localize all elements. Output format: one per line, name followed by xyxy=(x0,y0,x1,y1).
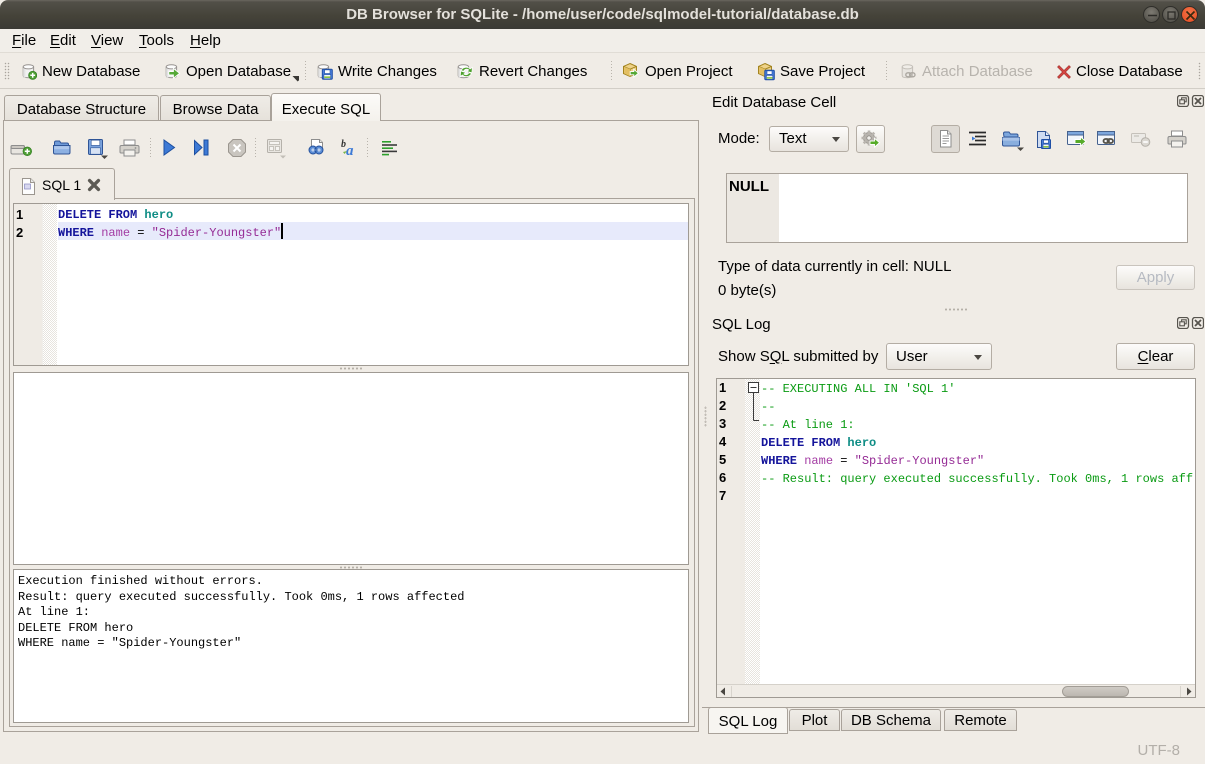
svg-text:a: a xyxy=(346,143,354,158)
